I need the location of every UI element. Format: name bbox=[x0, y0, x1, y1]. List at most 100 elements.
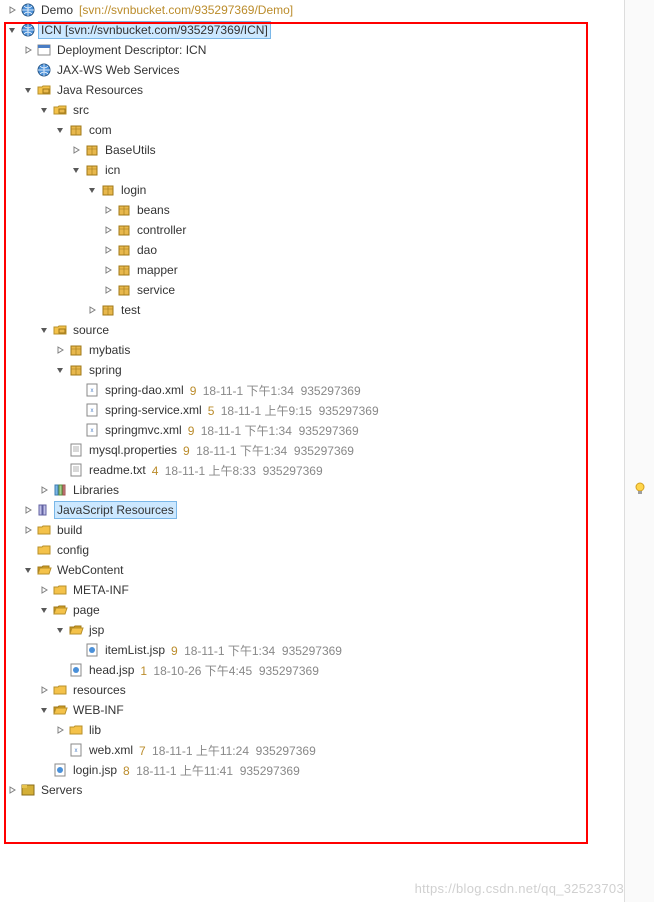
twisty-closed-icon[interactable] bbox=[36, 482, 52, 498]
package-icon bbox=[68, 342, 84, 358]
file-springmvc[interactable]: springmvc.xml 9 18-11-1 下午1:34 935297369 bbox=[4, 420, 654, 440]
twisty-open-icon[interactable] bbox=[36, 702, 52, 718]
project-demo[interactable]: Demo [svn://svnbucket.com/935297369/Demo… bbox=[4, 0, 654, 20]
twisty-closed-icon[interactable] bbox=[4, 2, 20, 18]
project-explorer-tree: Demo [svn://svnbucket.com/935297369/Demo… bbox=[0, 0, 654, 800]
java-resources[interactable]: Java Resources bbox=[4, 80, 654, 100]
pkg-icn[interactable]: icn bbox=[4, 160, 654, 180]
twisty-closed-icon[interactable] bbox=[100, 202, 116, 218]
file-label: login.jsp bbox=[71, 762, 119, 778]
twisty-closed-icon[interactable] bbox=[20, 502, 36, 518]
web-project-icon bbox=[20, 22, 36, 38]
file-label: itemList.jsp bbox=[103, 642, 167, 658]
twisty-open-icon[interactable] bbox=[52, 122, 68, 138]
twisty-closed-icon[interactable] bbox=[36, 582, 52, 598]
node-label: lib bbox=[87, 722, 103, 738]
node-label: dao bbox=[135, 242, 159, 258]
twisty-open-icon[interactable] bbox=[20, 562, 36, 578]
twisty-open-icon[interactable] bbox=[36, 322, 52, 338]
libraries-node[interactable]: Libraries bbox=[4, 480, 654, 500]
pkg-mapper[interactable]: mapper bbox=[4, 260, 654, 280]
package-icon bbox=[116, 242, 132, 258]
node-label: mybatis bbox=[87, 342, 132, 358]
node-label: login bbox=[119, 182, 148, 198]
twisty-closed-icon[interactable] bbox=[20, 42, 36, 58]
pkg-beans[interactable]: beans bbox=[4, 200, 654, 220]
file-mysql-props[interactable]: mysql.properties 9 18-11-1 下午1:34 935297… bbox=[4, 440, 654, 460]
twisty-closed-icon[interactable] bbox=[100, 242, 116, 258]
resources-folder[interactable]: resources bbox=[4, 680, 654, 700]
lib-folder[interactable]: lib bbox=[4, 720, 654, 740]
webinf-folder[interactable]: WEB-INF bbox=[4, 700, 654, 720]
file-readme[interactable]: readme.txt 4 18-11-1 上午8:33 935297369 bbox=[4, 460, 654, 480]
xml-icon bbox=[68, 742, 84, 758]
file-spring-dao[interactable]: spring-dao.xml 9 18-11-1 下午1:34 93529736… bbox=[4, 380, 654, 400]
twisty-open-icon[interactable] bbox=[84, 182, 100, 198]
file-spring-service[interactable]: spring-service.xml 5 18-11-1 上午9:15 9352… bbox=[4, 400, 654, 420]
node-label: Servers bbox=[39, 782, 84, 798]
node-label: META-INF bbox=[71, 582, 131, 598]
file-loginjsp[interactable]: login.jsp 8 18-11-1 上午11:41 935297369 bbox=[4, 760, 654, 780]
webcontent-folder[interactable]: WebContent bbox=[4, 560, 654, 580]
jsp-folder[interactable]: jsp bbox=[4, 620, 654, 640]
twisty-closed-icon[interactable] bbox=[100, 222, 116, 238]
twisty-closed-icon[interactable] bbox=[52, 722, 68, 738]
twisty-open-icon[interactable] bbox=[36, 102, 52, 118]
pkg-com[interactable]: com bbox=[4, 120, 654, 140]
pkg-login[interactable]: login bbox=[4, 180, 654, 200]
web-project-icon bbox=[20, 2, 36, 18]
file-label: spring-dao.xml bbox=[103, 382, 186, 398]
source-folder[interactable]: source bbox=[4, 320, 654, 340]
folder-open-icon bbox=[52, 602, 68, 618]
file-label: mysql.properties bbox=[87, 442, 179, 458]
pkg-test[interactable]: test bbox=[4, 300, 654, 320]
twisty-open-icon[interactable] bbox=[20, 82, 36, 98]
src-folder[interactable]: src bbox=[4, 100, 654, 120]
twisty-closed-icon[interactable] bbox=[4, 782, 20, 798]
pkg-spring[interactable]: spring bbox=[4, 360, 654, 380]
file-label: head.jsp bbox=[87, 662, 136, 678]
java-resources-icon bbox=[36, 82, 52, 98]
project-icn[interactable]: ICN [svn://svnbucket.com/935297369/ICN] bbox=[4, 20, 654, 40]
node-label: BaseUtils bbox=[103, 142, 158, 158]
file-itemlist[interactable]: itemList.jsp 9 18-11-1 下午1:34 935297369 bbox=[4, 640, 654, 660]
node-label: config bbox=[55, 542, 91, 558]
file-head[interactable]: head.jsp 1 18-10-26 下午4:45 935297369 bbox=[4, 660, 654, 680]
twisty-closed-icon[interactable] bbox=[100, 282, 116, 298]
twisty-closed-icon[interactable] bbox=[84, 302, 100, 318]
twisty-closed-icon[interactable] bbox=[100, 262, 116, 278]
twisty-closed-icon[interactable] bbox=[68, 142, 84, 158]
jsp-icon bbox=[84, 642, 100, 658]
config-folder[interactable]: config bbox=[4, 540, 654, 560]
deploy-descriptor[interactable]: Deployment Descriptor: ICN bbox=[4, 40, 654, 60]
xml-icon bbox=[84, 382, 100, 398]
pkg-mybatis[interactable]: mybatis bbox=[4, 340, 654, 360]
twisty-closed-icon[interactable] bbox=[36, 682, 52, 698]
twisty-closed-icon[interactable] bbox=[20, 522, 36, 538]
twisty-open-icon[interactable] bbox=[52, 622, 68, 638]
node-label: WEB-INF bbox=[71, 702, 126, 718]
jaxws-node[interactable]: JAX-WS Web Services bbox=[4, 60, 654, 80]
node-label: WebContent bbox=[55, 562, 126, 578]
node-label: jsp bbox=[87, 622, 106, 638]
pkg-baseutils[interactable]: BaseUtils bbox=[4, 140, 654, 160]
pkg-dao[interactable]: dao bbox=[4, 240, 654, 260]
node-label: service bbox=[135, 282, 177, 298]
package-icon bbox=[116, 262, 132, 278]
twisty-open-icon[interactable] bbox=[4, 22, 20, 38]
file-webxml[interactable]: web.xml 7 18-11-1 上午11:24 935297369 bbox=[4, 740, 654, 760]
pkg-service[interactable]: service bbox=[4, 280, 654, 300]
metainf-folder[interactable]: META-INF bbox=[4, 580, 654, 600]
js-resources[interactable]: JavaScript Resources bbox=[4, 500, 654, 520]
twisty-open-icon[interactable] bbox=[68, 162, 84, 178]
project-label: ICN [svn://svnbucket.com/935297369/ICN] bbox=[39, 22, 270, 38]
twisty-open-icon[interactable] bbox=[52, 362, 68, 378]
page-folder[interactable]: page bbox=[4, 600, 654, 620]
node-label: Java Resources bbox=[55, 82, 145, 98]
pkg-controller[interactable]: controller bbox=[4, 220, 654, 240]
build-folder[interactable]: build bbox=[4, 520, 654, 540]
project-servers[interactable]: Servers bbox=[4, 780, 654, 800]
twisty-open-icon[interactable] bbox=[36, 602, 52, 618]
twisty-closed-icon[interactable] bbox=[52, 342, 68, 358]
folder-open-icon bbox=[68, 622, 84, 638]
